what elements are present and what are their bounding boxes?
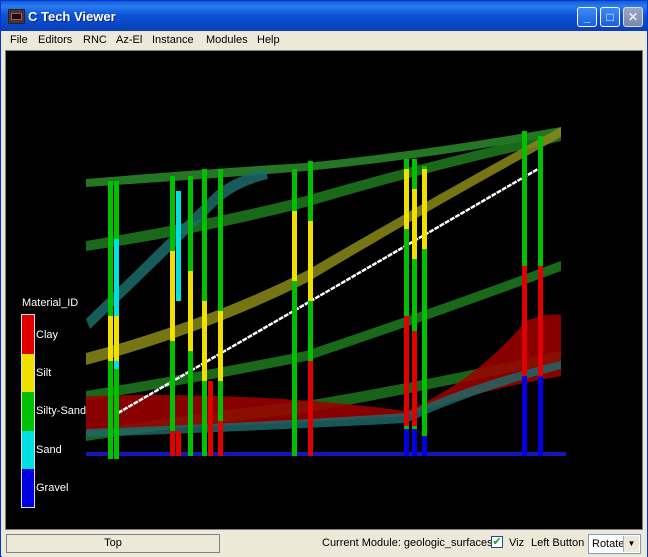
borehole-6 [522,131,543,456]
menu-rnc[interactable]: RNC [83,34,107,46]
menu-help[interactable]: Help [257,34,280,46]
viz-checkbox[interactable]: ✔ [491,536,503,548]
legend-swatch-clay [22,315,34,354]
3d-viewport[interactable]: Material_ID Clay Silt Silty-Sand Sand Gr… [5,50,643,530]
menu-instance[interactable]: Instance [152,34,194,46]
menu-az-el[interactable]: Az-El [116,34,142,46]
legend-swatch-gravel [22,469,34,507]
legend-label-clay: Clay [36,329,59,341]
legend-label-silt: Silt [36,367,52,379]
current-module-label: Current Module: geologic_surfaces [322,537,493,549]
chevron-down-icon[interactable]: ▼ [623,536,639,552]
geologic-scene [86,127,566,459]
mouse-mode-value: Rotate [592,538,625,550]
menu-editors[interactable]: Editors [38,34,72,46]
legend-color-bar [21,314,35,508]
top-view-button[interactable]: Top [6,534,220,553]
menu-file[interactable]: File [10,34,28,46]
minimize-button[interactable]: _ [577,7,597,27]
legend-swatch-sand [22,431,34,469]
legend-label-silty-sand: Silty-Sand [36,405,87,417]
legend-label-sand: Sand [36,444,62,456]
minimize-icon: _ [583,10,591,24]
borehole-5 [404,159,427,456]
legend-swatch-silt [22,354,34,392]
viz-label: Viz [509,537,525,549]
app-icon [8,9,25,24]
left-button-label: Left Button [531,537,585,549]
status-bar: Top Current Module: geologic_surfaces ✔ … [2,531,647,557]
legend-swatch-silty-sand [22,392,34,431]
window-title: C Tech Viewer [28,9,116,24]
surface-2 [86,131,561,251]
checkmark-icon: ✔ [492,536,502,548]
title-bar[interactable]: C Tech Viewer _ □ ✕ [1,1,647,31]
mouse-mode-select[interactable]: Rotate ▼ [588,534,641,554]
menu-modules[interactable]: Modules [206,34,248,46]
close-icon: ✕ [627,10,639,24]
maximize-button[interactable]: □ [600,7,620,27]
app-window: C Tech Viewer _ □ ✕ File Editors RNC Az-… [0,0,648,557]
close-button[interactable]: ✕ [623,7,643,27]
menu-bar: File Editors RNC Az-El Instance Modules … [2,31,647,50]
legend-label-gravel: Gravel [36,482,69,494]
maximize-icon: □ [606,10,614,24]
legend-title: Material_ID [22,297,79,309]
